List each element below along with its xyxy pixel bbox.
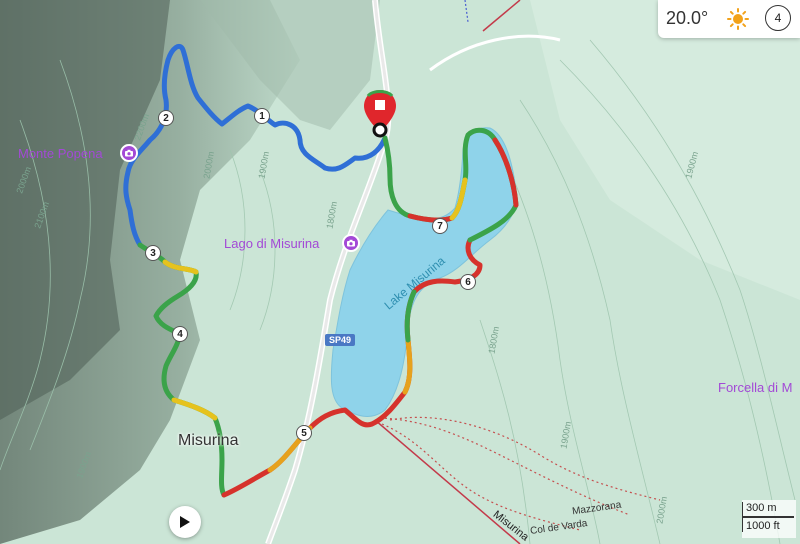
camera-icon[interactable] <box>120 144 138 162</box>
poi-label-forcella[interactable]: Forcella di M <box>718 380 792 395</box>
terrain-map[interactable] <box>0 0 800 544</box>
play-button[interactable] <box>169 506 201 538</box>
scale-imperial: 1000 ft <box>746 520 780 532</box>
camera-icon[interactable] <box>342 234 360 252</box>
waypoint-marker[interactable]: 1 <box>254 108 270 124</box>
waypoint-marker[interactable]: 4 <box>172 326 188 342</box>
waypoint-marker[interactable]: 6 <box>460 274 476 290</box>
poi-label-monte-popena[interactable]: Monte Popena <box>18 146 103 161</box>
poi-label-lago-di-misurina[interactable]: Lago di Misurina <box>224 236 319 251</box>
place-label-misurina: Misurina <box>178 432 239 449</box>
waypoint-marker[interactable]: 3 <box>145 245 161 261</box>
waypoint-marker[interactable]: 5 <box>296 425 312 441</box>
waypoint-marker[interactable]: 2 <box>158 110 174 126</box>
temperature-readout: 20.0° <box>666 8 709 28</box>
scale-metric: 300 m <box>746 502 777 514</box>
road-shield: SP49 <box>325 334 356 346</box>
waypoint-marker[interactable]: 7 <box>432 218 448 234</box>
play-icon <box>180 516 190 528</box>
sun-icon <box>727 8 749 30</box>
weather-widget[interactable]: 20.0° 4 <box>658 0 800 38</box>
forecast-badge-button[interactable]: 4 <box>765 5 791 31</box>
scale-bar: 300 m 1000 ft <box>742 500 796 538</box>
